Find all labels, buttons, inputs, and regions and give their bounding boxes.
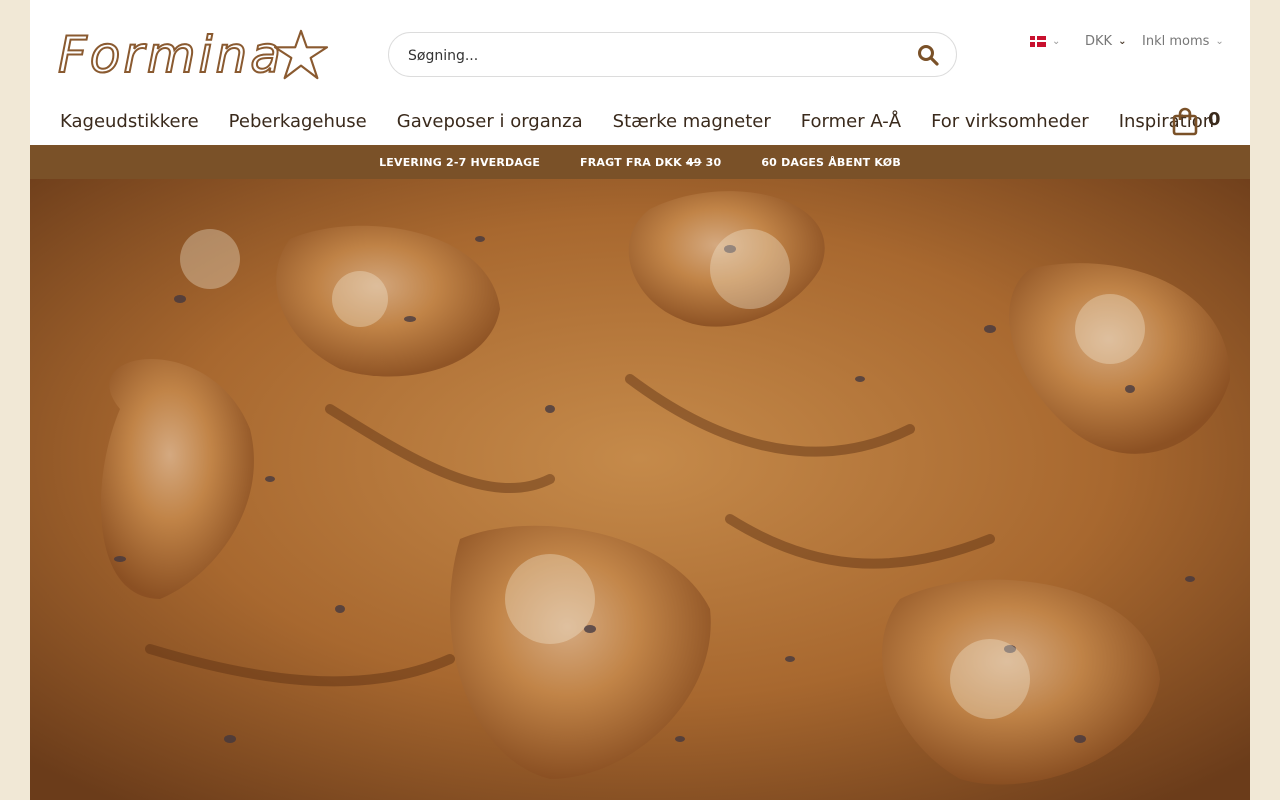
nav-item-virksomheder[interactable]: For virksomheder — [931, 108, 1089, 138]
page: Formina ⌄ DKK ⌄ Inkl moms ⌄ Kageudstikke… — [30, 0, 1250, 800]
shopping-bag-icon — [1172, 107, 1198, 136]
brand-logo[interactable]: Formina — [57, 24, 330, 86]
nav-item-peberkagehuse[interactable]: Peberkagehuse — [229, 108, 367, 138]
chevron-down-icon: ⌄ — [1052, 35, 1061, 47]
nav-item-former[interactable]: Former A-Å — [801, 108, 901, 138]
vat-selector[interactable]: Inkl moms ⌄ — [1142, 31, 1224, 51]
language-selector[interactable]: ⌄ — [1030, 31, 1060, 51]
delivery-info: LEVERING 2-7 HVERDAGE — [379, 155, 541, 169]
cart-count: 0 — [1208, 109, 1221, 130]
cart-button[interactable]: 0 — [1171, 107, 1221, 137]
vat-label: Inkl moms — [1142, 33, 1210, 49]
currency-label: DKK — [1085, 33, 1113, 49]
search-icon[interactable] — [916, 43, 940, 67]
nav-item-gaveposer[interactable]: Gaveposer i organza — [397, 108, 583, 138]
shipping-prefix: FRAGT FRA DKK — [580, 155, 682, 169]
hero-image[interactable] — [30, 179, 1250, 800]
chevron-down-icon: ⌄ — [1118, 35, 1127, 47]
nav-item-kageudstikkere[interactable]: Kageudstikkere — [60, 108, 199, 138]
returns-info: 60 DAGES ÅBENT KØB — [761, 155, 901, 169]
bread-photo — [30, 179, 1250, 800]
search-bar — [388, 32, 957, 77]
main-nav: Kageudstikkere Peberkagehuse Gaveposer i… — [60, 108, 1214, 138]
logo-text: Formina — [57, 25, 284, 85]
shipping-old-price: 49 — [685, 155, 702, 169]
starfish-icon — [273, 29, 329, 80]
danish-flag-icon — [1030, 35, 1046, 47]
currency-selector[interactable]: DKK ⌄ — [1085, 31, 1126, 51]
chevron-down-icon: ⌄ — [1215, 35, 1224, 47]
info-strip: LEVERING 2-7 HVERDAGE FRAGT FRA DKK 49 3… — [30, 145, 1250, 179]
search-input[interactable] — [406, 44, 890, 68]
shipping-info: FRAGT FRA DKK 49 30 — [580, 156, 721, 169]
nav-item-magneter[interactable]: Stærke magneter — [613, 108, 771, 138]
shipping-new-price: 30 — [705, 155, 722, 169]
